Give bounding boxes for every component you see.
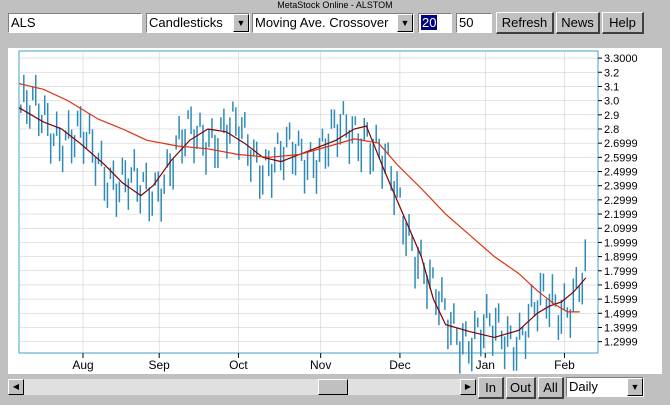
- chart-type-value: Candlesticks: [149, 15, 223, 30]
- symbol-input[interactable]: ALS: [8, 13, 142, 33]
- arrow-right-icon[interactable]: ▶: [460, 379, 476, 395]
- help-button[interactable]: Help: [602, 12, 644, 34]
- x-tick-label: Dec: [389, 358, 410, 372]
- y-tick-label: 1.5999: [604, 294, 638, 306]
- x-tick-label: Nov: [310, 358, 331, 372]
- y-tick-label: 2.1999: [604, 209, 638, 221]
- x-tick-label: Aug: [72, 358, 93, 372]
- chart-background: [8, 48, 662, 374]
- chevron-down-icon[interactable]: ▼: [233, 14, 249, 32]
- news-button[interactable]: News: [556, 12, 600, 34]
- y-tick-label: 1.2999: [604, 337, 638, 349]
- x-tick-label: Jan: [476, 358, 495, 372]
- symbol-value: ALS: [11, 15, 36, 30]
- bottom-bar: ◀ ▶ In Out All Daily ▼: [0, 377, 670, 401]
- ma-long-period-input[interactable]: 50: [456, 13, 492, 33]
- x-tick-label: Sep: [148, 358, 170, 372]
- ma-long-period-value: 50: [459, 15, 474, 30]
- ma-short-period-input[interactable]: 20: [418, 13, 452, 33]
- zoom-out-button[interactable]: Out: [506, 377, 536, 399]
- y-tick-label: 2.2999: [604, 195, 638, 207]
- period-select[interactable]: Daily ▼: [566, 377, 644, 397]
- y-tick-label: 2.6999: [604, 138, 638, 150]
- y-tick-label: 2.9: [604, 110, 619, 122]
- x-tick-label: Oct: [229, 358, 248, 372]
- y-tick-label: 1.8999: [604, 252, 638, 264]
- y-tick-label: 3.0: [604, 96, 619, 108]
- y-tick-label: 1.3999: [604, 322, 638, 334]
- y-tick-label: 1.7999: [604, 266, 638, 278]
- chevron-down-icon[interactable]: ▼: [627, 378, 643, 396]
- y-tick-label: 2.8: [604, 124, 619, 136]
- period-value: Daily: [569, 379, 598, 394]
- show-all-button[interactable]: All: [538, 377, 564, 399]
- indicator-value: Moving Ave. Crossover: [255, 15, 389, 30]
- y-tick-label: 1.9999: [604, 237, 638, 249]
- toolbar: ALS Candlesticks ▼ Moving Ave. Crossover…: [0, 11, 670, 35]
- chevron-down-icon[interactable]: ▼: [397, 14, 413, 32]
- y-tick-label: 2.4999: [604, 167, 638, 179]
- y-tick-label: 1.4999: [604, 308, 638, 320]
- horizontal-scrollbar[interactable]: ◀ ▶: [8, 379, 476, 395]
- ma-short-period-value: 20: [421, 15, 438, 30]
- arrow-left-icon[interactable]: ◀: [8, 379, 24, 395]
- y-tick-label: 3.1: [604, 81, 619, 93]
- y-tick-label: 3.2: [604, 67, 619, 79]
- y-tick-label: 2.3999: [604, 181, 638, 193]
- window-title: MetaStock Online - ALSTOM: [277, 0, 393, 10]
- y-tick-label: 2.0999: [604, 223, 638, 235]
- x-tick-label: Feb: [554, 358, 575, 372]
- y-tick-label: 1.6999: [604, 280, 638, 292]
- y-tick-label: 2.5999: [604, 152, 638, 164]
- indicator-select[interactable]: Moving Ave. Crossover ▼: [252, 13, 414, 33]
- y-tick-label: 3.3000: [604, 53, 638, 65]
- refresh-button[interactable]: Refresh: [496, 12, 554, 34]
- scrollbar-thumb[interactable]: [318, 379, 348, 395]
- price-chart: 3.3000 3.2 3.1 3.0 2.9 2.8 2.6999 2.5999 2.4999 2…: [8, 48, 662, 374]
- zoom-in-button[interactable]: In: [478, 377, 504, 399]
- chart-type-select[interactable]: Candlesticks ▼: [146, 13, 250, 33]
